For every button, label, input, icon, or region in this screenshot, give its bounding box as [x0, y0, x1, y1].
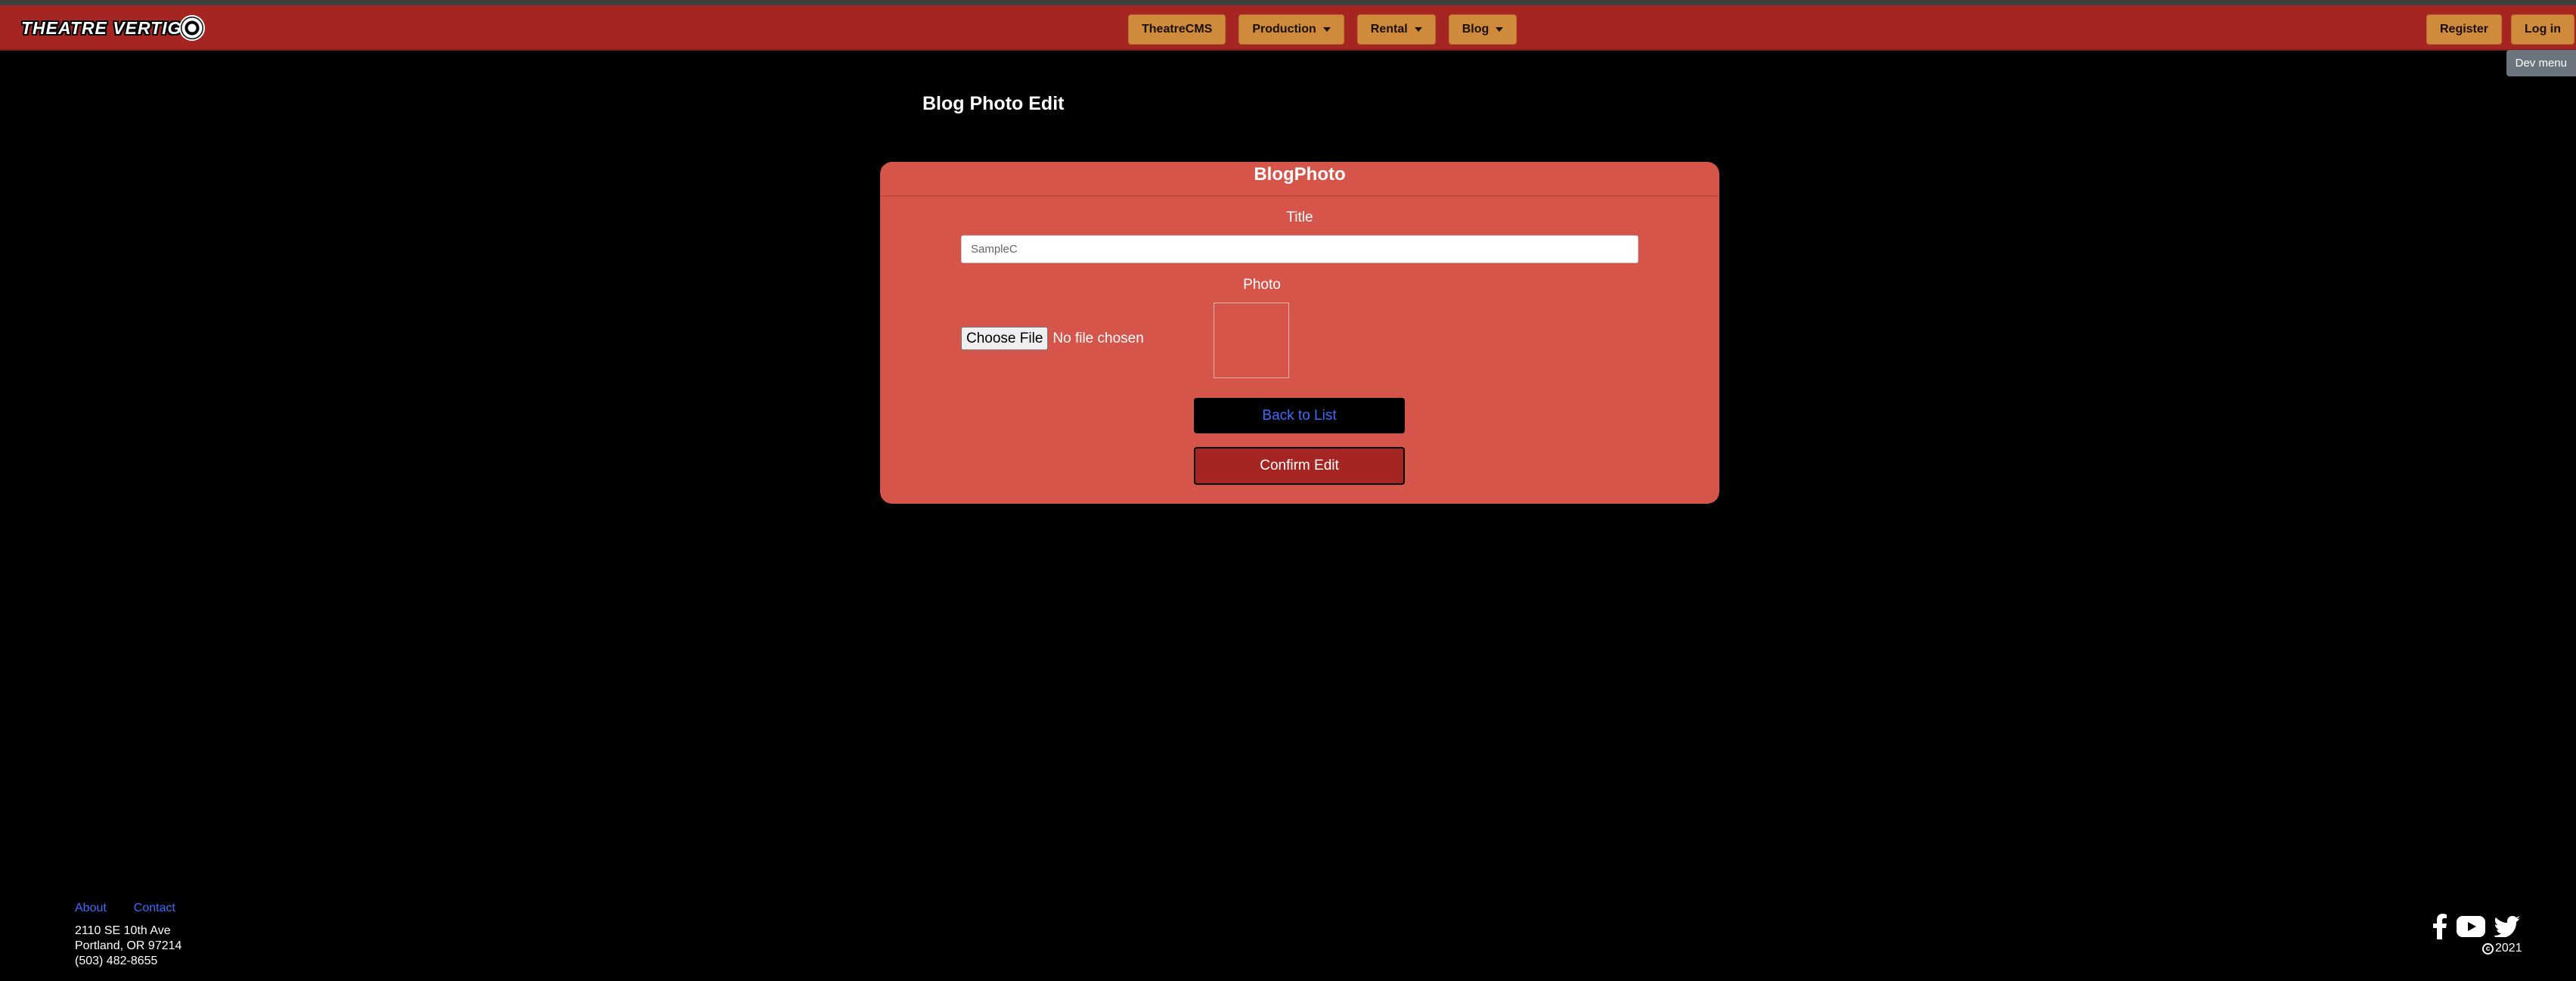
photo-preview	[1214, 303, 1289, 378]
caret-down-icon	[1414, 27, 1422, 32]
footer-about-link[interactable]: About	[75, 902, 107, 915]
title-label: Title	[1286, 210, 1313, 225]
nav-item-label: Blog	[1462, 23, 1489, 36]
footer-contact-link[interactable]: Contact	[134, 902, 175, 915]
nav-rental-dropdown[interactable]: Rental	[1356, 14, 1436, 45]
title-input[interactable]	[961, 235, 1638, 263]
address-line-1: 2110 SE 10th Ave	[75, 924, 171, 937]
back-to-list-link[interactable]: Back to List	[1194, 398, 1405, 433]
copyright-year: 2021	[2495, 942, 2522, 955]
blog-photo-edit-card: BlogPhoto Title Photo Choose File No fil…	[880, 162, 1719, 504]
logo-text: THEATRE VERTIG	[21, 17, 182, 38]
twitter-icon[interactable]	[2494, 916, 2520, 937]
register-button[interactable]: Register	[2426, 14, 2503, 45]
confirm-edit-button[interactable]: Confirm Edit	[1194, 447, 1405, 485]
nav-item-label: Rental	[1370, 23, 1408, 36]
top-navbar: THEATRE VERTIG TheatreCMS Production Ren…	[0, 5, 2576, 51]
footer-links: About Contact	[75, 902, 175, 915]
dev-menu-button[interactable]: Dev menu	[2506, 50, 2576, 76]
browser-top-strip	[0, 0, 2576, 5]
nav-item-label: TheatreCMS	[1142, 23, 1213, 36]
footer-address: 2110 SE 10th Ave Portland, OR 97214 (503…	[75, 924, 181, 969]
logo-spiral-icon	[178, 15, 205, 41]
social-links	[2432, 914, 2520, 939]
phone-number: (503) 482-8655	[75, 955, 158, 967]
card-header: BlogPhoto	[880, 162, 1719, 197]
choose-file-button[interactable]: Choose File	[961, 327, 1049, 350]
caret-down-icon	[1496, 27, 1504, 32]
main-nav: TheatreCMS Production Rental Blog	[1128, 14, 1517, 45]
address-line-2: Portland, OR 97214	[75, 939, 182, 952]
nav-production-dropdown[interactable]: Production	[1238, 14, 1344, 45]
no-file-text: No file chosen	[1052, 330, 1144, 346]
nav-theatrecms-button[interactable]: TheatreCMS	[1128, 14, 1226, 45]
youtube-icon[interactable]	[2457, 916, 2485, 937]
nav-item-label: Production	[1252, 23, 1316, 36]
copyright: c 2021	[2482, 942, 2522, 955]
nav-blog-dropdown[interactable]: Blog	[1448, 14, 1517, 45]
page-title: Blog Photo Edit	[922, 93, 1065, 114]
facebook-icon[interactable]	[2432, 914, 2447, 939]
login-button[interactable]: Log in	[2511, 14, 2574, 45]
caret-down-icon	[1322, 27, 1331, 32]
file-input[interactable]: Choose File No file chosen	[961, 327, 1144, 350]
account-nav: Register Log in	[2426, 14, 2574, 45]
theatre-vertigo-logo[interactable]: THEATRE VERTIG	[21, 15, 205, 41]
copyright-icon: c	[2482, 942, 2494, 955]
photo-label: Photo	[1243, 277, 1281, 293]
